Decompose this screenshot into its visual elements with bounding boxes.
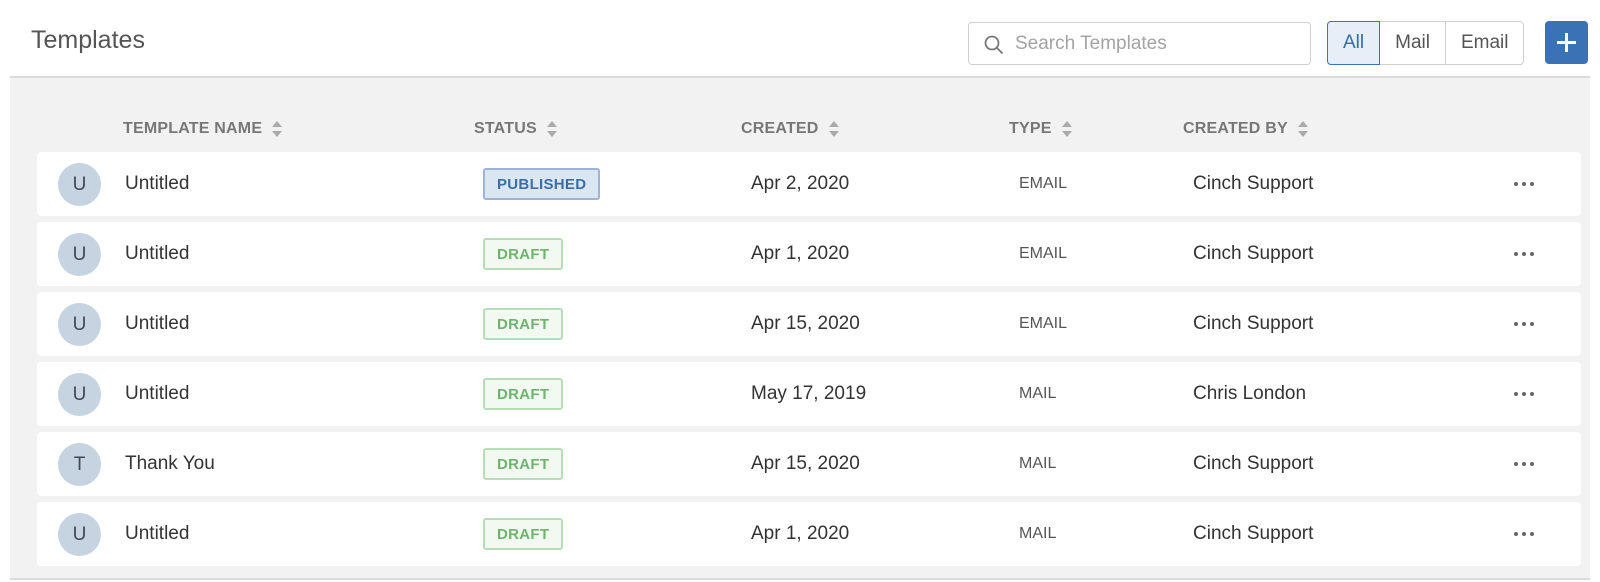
template-type: EMAIL (1019, 315, 1068, 332)
filter-toggle-group: All Mail Email (1327, 21, 1525, 65)
avatar: U (58, 303, 101, 346)
avatar: T (58, 443, 101, 486)
status-badge: DRAFT (483, 238, 564, 270)
created-by: Cinch Support (1193, 313, 1314, 334)
template-name[interactable]: Untitled (125, 152, 189, 216)
status-cell: DRAFT (483, 502, 564, 566)
created-by: Chris London (1193, 383, 1307, 404)
created-date: Apr 15, 2020 (751, 453, 860, 474)
template-name[interactable]: Untitled (125, 362, 189, 426)
template-name[interactable]: Untitled (125, 222, 189, 286)
filter-all-button[interactable]: All (1327, 21, 1381, 65)
more-icon[interactable] (1507, 314, 1541, 334)
divider (10, 578, 1590, 580)
created-date: Apr 15, 2020 (751, 313, 860, 334)
table-row[interactable]: U Untitled DRAFT Apr 15, 2020 EMAIL Cinc… (37, 292, 1581, 356)
more-icon[interactable] (1507, 384, 1541, 404)
column-label: CREATED (741, 120, 819, 137)
template-name[interactable]: Thank You (125, 432, 215, 496)
more-icon[interactable] (1507, 524, 1541, 544)
column-label: STATUS (474, 120, 537, 137)
search-input[interactable] (1015, 23, 1305, 64)
avatar: U (58, 163, 101, 206)
status-cell: DRAFT (483, 292, 564, 356)
template-name[interactable]: Untitled (125, 292, 189, 356)
sort-icon (546, 121, 557, 137)
search-box[interactable] (968, 22, 1311, 65)
status-cell: DRAFT (483, 362, 564, 426)
column-label: CREATED BY (1183, 120, 1288, 137)
sort-icon (828, 121, 839, 137)
sort-icon (1061, 121, 1072, 137)
page-title: Templates (31, 26, 145, 54)
created-date: Apr 2, 2020 (751, 173, 850, 194)
status-badge: DRAFT (483, 378, 564, 410)
table-row[interactable]: T Thank You DRAFT Apr 15, 2020 MAIL Cinc… (37, 432, 1581, 496)
column-header-type[interactable]: TYPE (1009, 120, 1073, 138)
created-by: Cinch Support (1193, 243, 1314, 264)
avatar: U (58, 373, 101, 416)
column-header-created[interactable]: CREATED (741, 120, 840, 138)
template-type: EMAIL (1019, 245, 1068, 262)
column-header-template-name[interactable]: TEMPLATE NAME (123, 120, 283, 138)
created-by: Cinch Support (1193, 523, 1314, 544)
table-row[interactable]: U Untitled DRAFT Apr 1, 2020 MAIL Cinch … (37, 502, 1581, 566)
more-icon[interactable] (1507, 454, 1541, 474)
status-cell: DRAFT (483, 432, 564, 496)
sort-icon (272, 121, 283, 137)
status-badge: DRAFT (483, 518, 564, 550)
avatar: U (58, 233, 101, 276)
column-label: TEMPLATE NAME (123, 120, 263, 137)
created-by: Cinch Support (1193, 173, 1314, 194)
status-badge: PUBLISHED (483, 168, 601, 200)
status-badge: DRAFT (483, 448, 564, 480)
templates-table: TEMPLATE NAME STATUS CREATED TYPE CREATE… (10, 78, 1590, 578)
search-icon (984, 35, 1003, 54)
template-type: MAIL (1019, 385, 1057, 402)
page-header: Templates All Mail Email (10, 0, 1590, 78)
table-row[interactable]: U Untitled DRAFT Apr 1, 2020 EMAIL Cinch… (37, 222, 1581, 286)
created-by: Cinch Support (1193, 453, 1314, 474)
template-name[interactable]: Untitled (125, 502, 189, 566)
sort-icon (1297, 121, 1308, 137)
column-header-created-by[interactable]: CREATED BY (1183, 120, 1309, 138)
avatar: U (58, 513, 101, 556)
column-header-status[interactable]: STATUS (474, 120, 558, 138)
more-icon[interactable] (1507, 244, 1541, 264)
table-row[interactable]: U Untitled PUBLISHED Apr 2, 2020 EMAIL C… (37, 152, 1581, 216)
status-cell: DRAFT (483, 222, 564, 286)
created-date: Apr 1, 2020 (751, 243, 850, 264)
status-cell: PUBLISHED (483, 152, 601, 216)
table-row[interactable]: U Untitled DRAFT May 17, 2019 MAIL Chris… (37, 362, 1581, 426)
more-icon[interactable] (1507, 174, 1541, 194)
template-type: MAIL (1019, 455, 1057, 472)
column-label: TYPE (1009, 120, 1052, 137)
status-badge: DRAFT (483, 308, 564, 340)
created-date: Apr 1, 2020 (751, 523, 850, 544)
filter-email-button[interactable]: Email (1444, 21, 1525, 65)
created-date: May 17, 2019 (751, 383, 867, 404)
add-template-button[interactable] (1545, 21, 1588, 64)
template-type: EMAIL (1019, 175, 1068, 192)
filter-mail-button[interactable]: Mail (1379, 21, 1446, 65)
template-type: MAIL (1019, 525, 1057, 542)
